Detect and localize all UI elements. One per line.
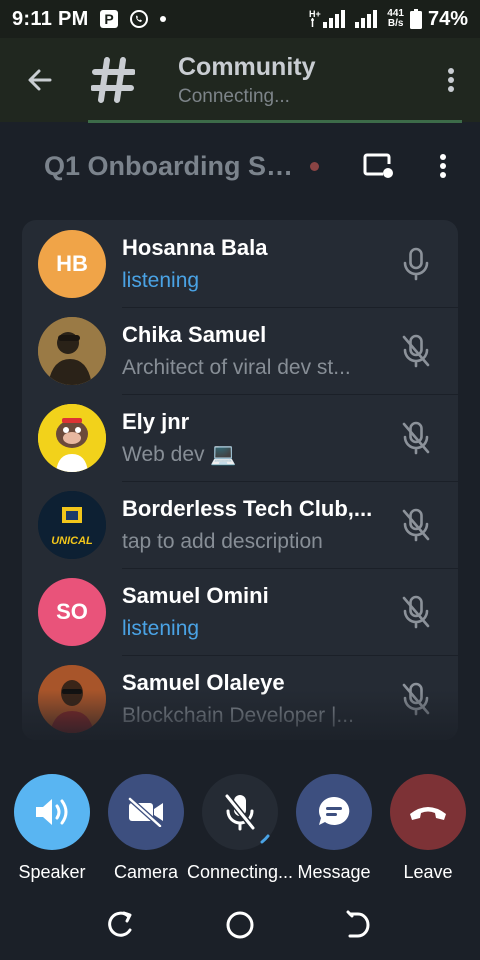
mic-toggle[interactable] — [386, 247, 446, 281]
camera-label: Camera — [113, 862, 179, 882]
speaker-label: Speaker — [18, 862, 86, 882]
group-avatar[interactable] — [80, 57, 146, 103]
avatar — [38, 664, 106, 733]
participants-list[interactable]: HB Hosanna Bala listening Chika Samuel A… — [22, 220, 458, 740]
connection-progress-bar — [88, 120, 462, 123]
participant-name: Hosanna Bala — [122, 234, 268, 260]
participant-name: Samuel Omini — [122, 582, 269, 608]
avatar: HB — [38, 229, 106, 298]
svg-text:P: P — [104, 11, 113, 27]
hash-icon — [91, 57, 135, 103]
participant-row[interactable]: Ely jnr Web dev 💻 — [22, 394, 458, 481]
header-titles[interactable]: Community Connecting... — [146, 53, 422, 108]
message-control[interactable]: Message — [287, 774, 381, 883]
message-label: Message — [297, 862, 371, 882]
leave-label: Leave — [403, 862, 453, 882]
participant-status: Web dev 💻 — [122, 442, 237, 466]
status-bar: 9:11 PM P H+ 441 B/s 74% — [0, 0, 480, 38]
phone-hangup-icon — [410, 807, 446, 820]
home-icon — [226, 911, 254, 939]
participant-row[interactable]: UNICAL Borderless Tech Club,... tap to a… — [22, 481, 458, 568]
network-speed: 441 B/s — [387, 8, 404, 29]
mic-toggle[interactable] — [386, 508, 446, 542]
parking-app-icon: P — [99, 9, 119, 29]
mic-off-icon — [402, 421, 430, 454]
camera-control[interactable]: Camera — [99, 774, 193, 883]
avatar-photo — [38, 664, 106, 733]
camera-button[interactable] — [108, 774, 184, 850]
chat-header: Community Connecting... — [0, 38, 480, 122]
svg-text:H+: H+ — [309, 9, 321, 19]
participant-status: tap to add description — [122, 529, 323, 553]
participant-status: Blockchain Developer |... — [122, 703, 354, 727]
speaker-control[interactable]: Speaker — [5, 774, 99, 883]
participant-row[interactable]: HB Hosanna Bala listening — [22, 220, 458, 307]
avatar — [38, 316, 106, 385]
participant-name: Chika Samuel — [122, 321, 267, 347]
back-nav-button[interactable] — [346, 910, 372, 945]
participant-name: Ely jnr — [122, 408, 190, 434]
mic-off-icon — [402, 508, 430, 541]
home-button[interactable] — [225, 910, 255, 945]
voice-chat-menu-button[interactable] — [439, 153, 447, 179]
voice-chat-title[interactable]: Q1 Onboarding Se... — [44, 151, 300, 182]
leave-button[interactable] — [390, 774, 466, 850]
participant-row[interactable]: Chika Samuel Architect of viral dev st..… — [22, 307, 458, 394]
mic-off-icon — [402, 595, 430, 628]
call-controls: Speaker Camera Connecting... Message Lea… — [0, 774, 480, 884]
speaker-button[interactable] — [14, 774, 90, 850]
connecting-spinner — [260, 834, 270, 844]
participant-status: listening — [122, 616, 200, 640]
chat-title: Community — [178, 52, 316, 81]
svg-text:UNICAL: UNICAL — [51, 535, 93, 547]
mic-label: Connecting... — [186, 862, 294, 882]
mic-off-icon — [402, 682, 430, 715]
voice-chat-bar: Q1 Onboarding Se... — [0, 128, 480, 204]
mic-control[interactable]: Connecting... — [187, 774, 293, 883]
camera-off-icon — [128, 797, 163, 827]
signal-1-icon: H+ — [309, 8, 349, 30]
screen-share-icon — [363, 153, 393, 178]
notification-dot-icon — [159, 15, 167, 23]
participant-status: Architect of viral dev st... — [122, 355, 351, 379]
participant-status: listening — [122, 268, 200, 292]
back-button[interactable] — [0, 38, 80, 122]
avatar-illustration — [38, 403, 106, 472]
participant-name: Borderless Tech Club,... — [122, 495, 373, 521]
avatar: UNICAL — [38, 490, 106, 559]
avatar: SO — [38, 577, 106, 646]
club-logo: UNICAL — [38, 490, 106, 559]
chat-status: Connecting... — [178, 85, 290, 107]
participant-row[interactable]: SO Samuel Omini listening — [22, 568, 458, 655]
avatar — [38, 403, 106, 472]
message-button[interactable] — [296, 774, 372, 850]
system-nav-bar — [0, 896, 480, 960]
screen-share-button[interactable] — [363, 152, 395, 180]
whatsapp-icon — [129, 9, 149, 29]
mic-icon — [403, 247, 429, 280]
message-icon — [318, 796, 350, 825]
participant-row[interactable]: Samuel Olaleye Blockchain Developer |... — [22, 655, 458, 740]
mic-toggle[interactable] — [386, 595, 446, 629]
mic-toggle[interactable] — [386, 334, 446, 368]
speaker-icon — [36, 799, 68, 825]
recording-indicator — [310, 161, 319, 171]
more-vert-icon — [448, 68, 454, 92]
back-nav-icon — [346, 910, 370, 938]
mic-toggle[interactable] — [386, 421, 446, 455]
status-time: 9:11 PM — [12, 7, 89, 30]
leave-control[interactable]: Leave — [381, 774, 475, 883]
mic-toggle[interactable] — [386, 682, 446, 716]
more-vert-icon — [440, 154, 446, 178]
avatar-photo — [38, 316, 106, 385]
mic-off-icon — [402, 334, 430, 367]
recents-button[interactable] — [106, 910, 134, 945]
header-menu-button[interactable] — [422, 38, 480, 122]
battery-icon — [409, 9, 422, 29]
recents-icon — [108, 911, 132, 937]
signal-2-icon — [355, 8, 379, 30]
battery-percentage: 74% — [427, 7, 468, 30]
participant-name: Samuel Olaleye — [122, 669, 285, 695]
back-arrow-icon — [28, 69, 52, 91]
